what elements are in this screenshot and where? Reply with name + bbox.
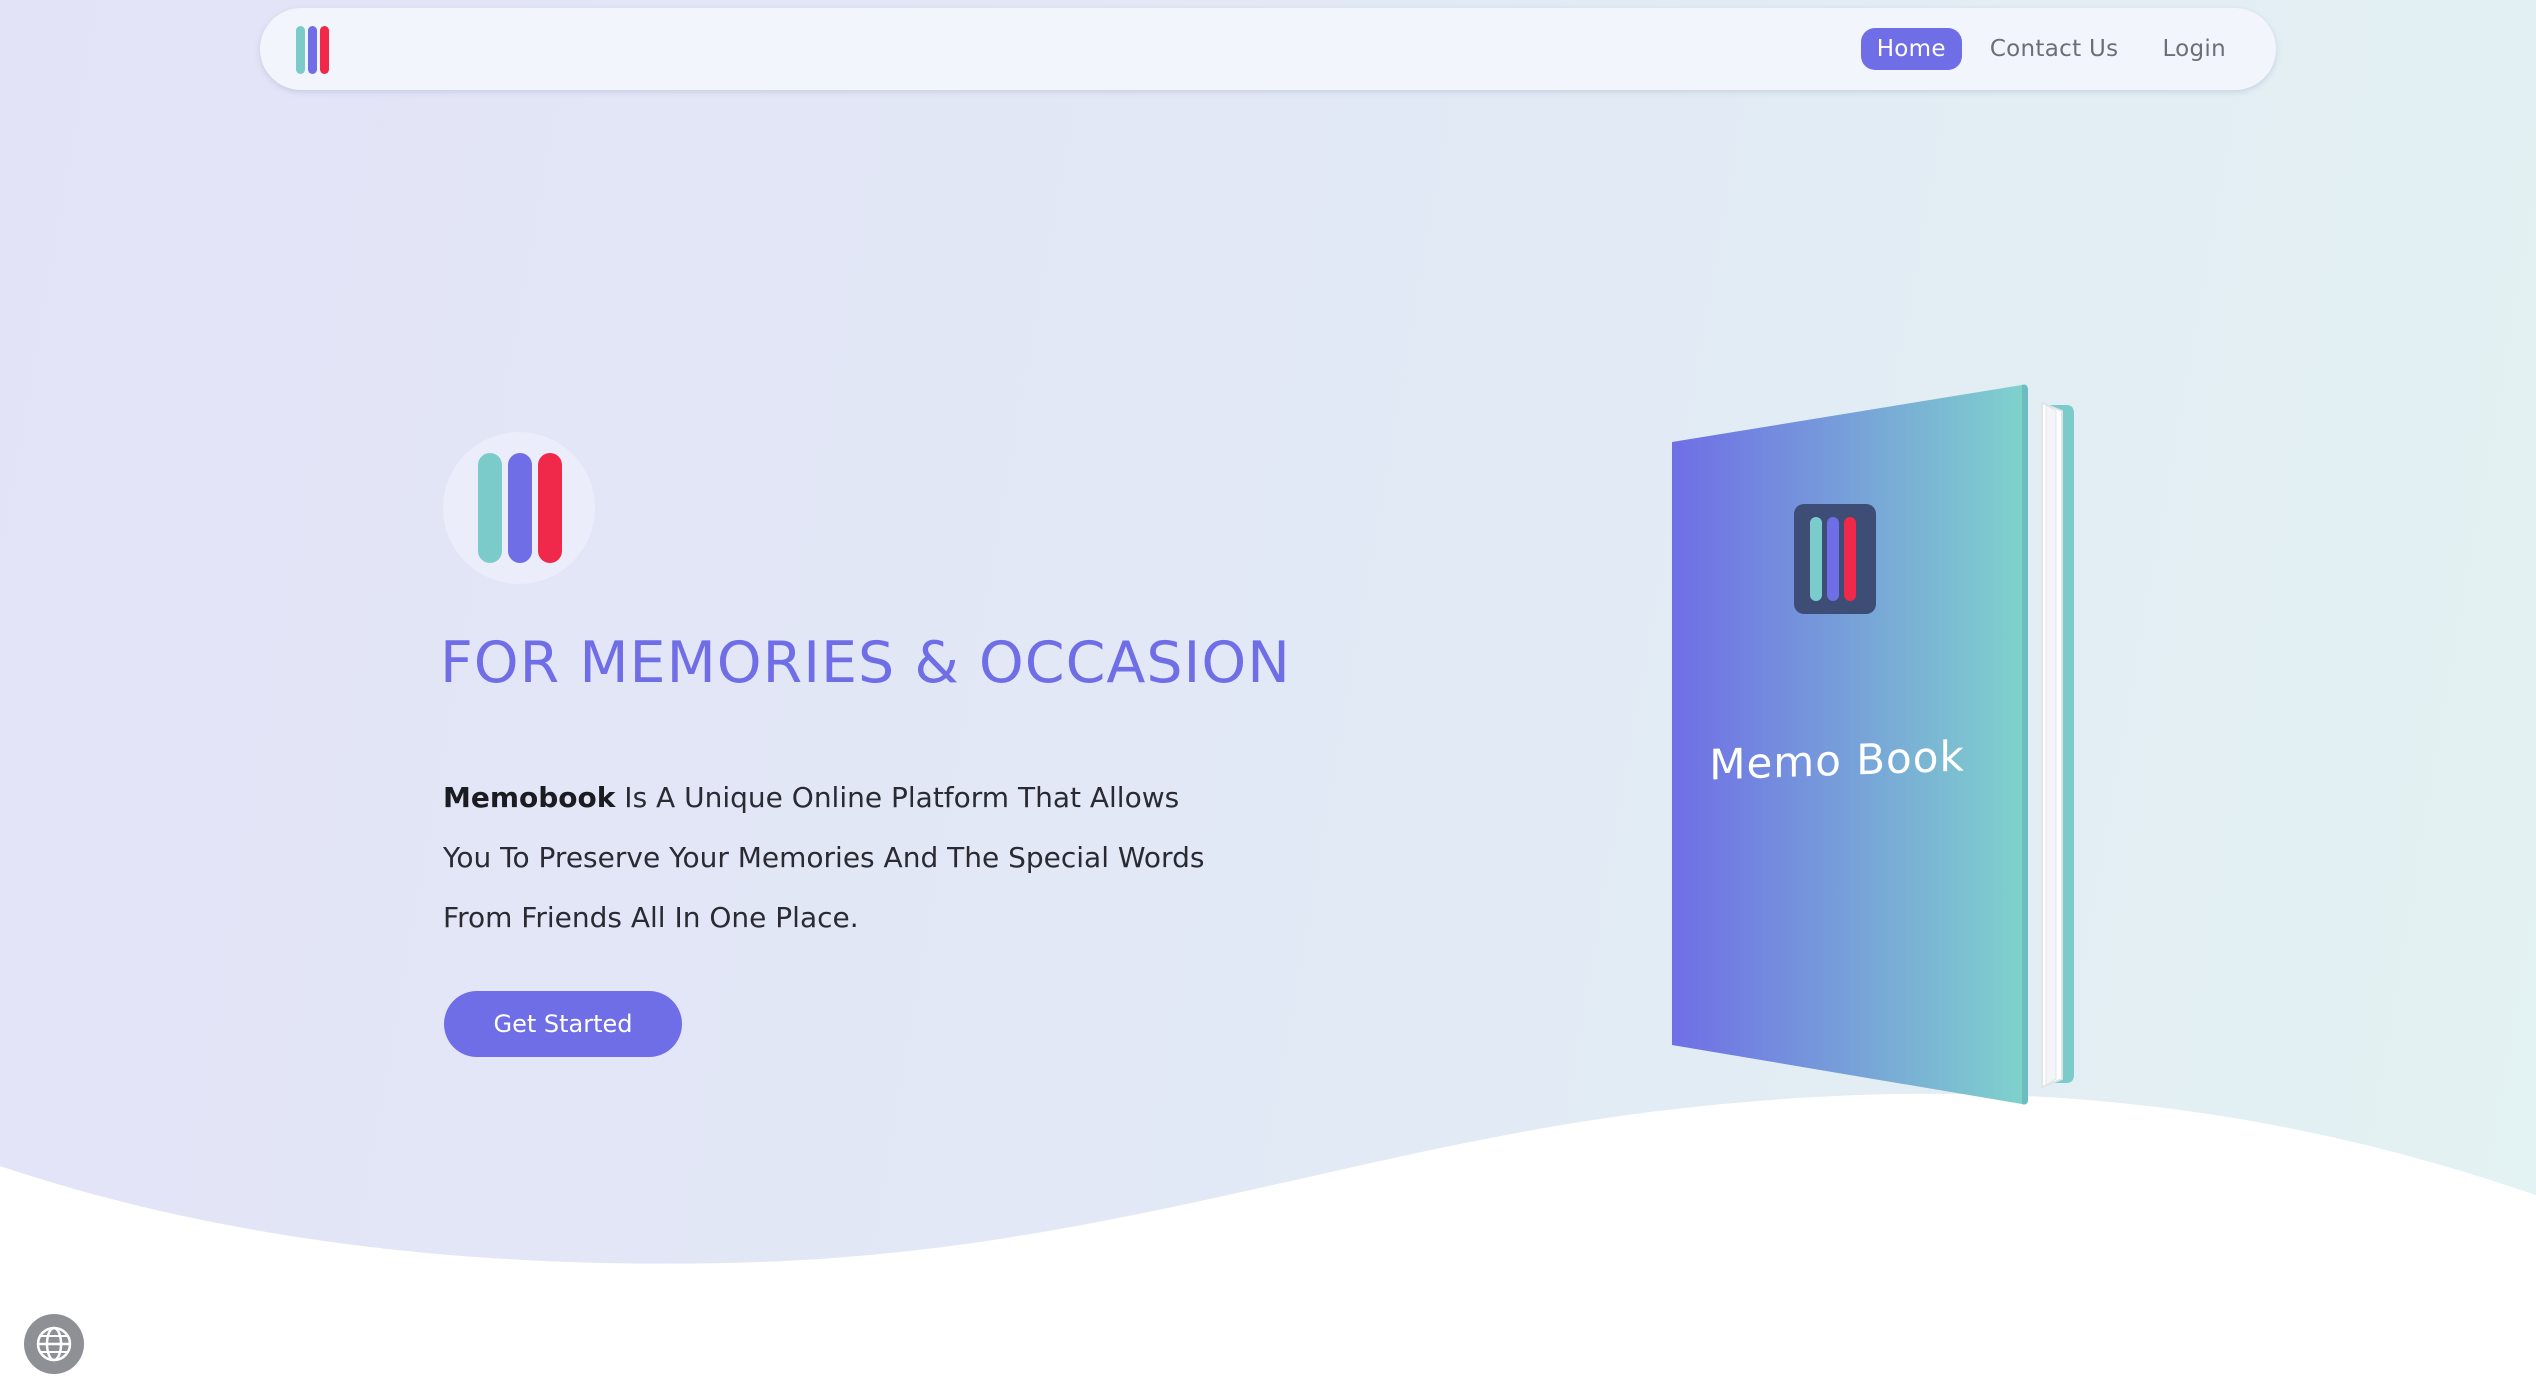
nav-link-home[interactable]: Home — [1860, 28, 1962, 70]
nav-link-contact-us[interactable]: Contact Us — [1974, 28, 2135, 70]
hero-title: FOR MEMORIES & OCCASION — [440, 630, 1291, 696]
wave-divider — [0, 1093, 2536, 1396]
hero-logo-badge — [443, 432, 595, 584]
description-line-3: From Friends All In One Place. — [443, 901, 859, 934]
three-bars-logo-icon — [478, 453, 562, 563]
nav-links: Home Contact Us Login — [1860, 28, 2242, 70]
get-started-button[interactable]: Get Started — [444, 991, 682, 1057]
description-line-2: You To Preserve Your Memories And The Sp… — [443, 841, 1205, 874]
top-navbar: Home Contact Us Login — [260, 8, 2276, 90]
language-button[interactable] — [24, 1314, 84, 1374]
book-logo-icon — [1794, 504, 1876, 614]
description-line-1: Is A Unique Online Platform That Allows — [615, 781, 1180, 814]
globe-icon — [36, 1326, 72, 1362]
nav-link-login[interactable]: Login — [2146, 28, 2242, 70]
hero-description: Memobook Is A Unique Online Platform Tha… — [443, 768, 1343, 948]
brand-name: Memobook — [443, 781, 616, 814]
logo-icon[interactable] — [294, 26, 334, 76]
